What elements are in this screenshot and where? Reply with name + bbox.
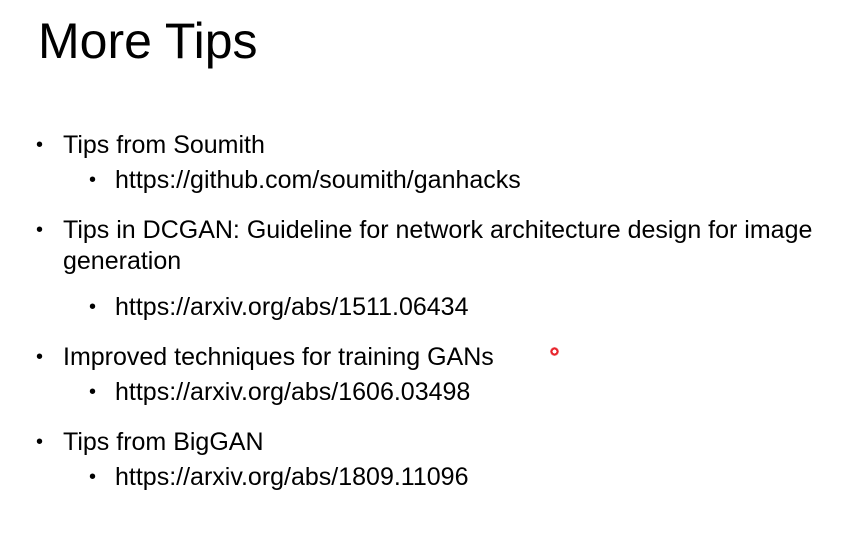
sub-bullet-item: • https://github.com/soumith/ganhacks bbox=[0, 165, 850, 196]
link-text[interactable]: https://arxiv.org/abs/1809.11096 bbox=[115, 463, 468, 491]
bullet-list: • Tips from Soumith • https://github.com… bbox=[0, 130, 850, 493]
sub-bullet-item: • https://arxiv.org/abs/1511.06434 bbox=[0, 292, 850, 323]
bullet-icon: • bbox=[89, 169, 97, 191]
bullet-text: Tips from Soumith bbox=[63, 131, 265, 159]
link-text[interactable]: https://github.com/soumith/ganhacks bbox=[115, 166, 521, 194]
sub-bullet-item: • https://arxiv.org/abs/1606.03498 bbox=[0, 377, 850, 408]
sub-bullet-item: • https://arxiv.org/abs/1809.11096 bbox=[0, 462, 850, 493]
bullet-icon: • bbox=[36, 346, 44, 368]
bullet-icon: • bbox=[36, 219, 44, 241]
slide-title: More Tips bbox=[38, 13, 258, 69]
bullet-item: • Tips from Soumith bbox=[0, 130, 838, 161]
link-text[interactable]: https://arxiv.org/abs/1511.06434 bbox=[115, 293, 468, 321]
laser-pointer-icon bbox=[550, 347, 559, 356]
bullet-icon: • bbox=[89, 466, 97, 488]
bullet-icon: • bbox=[89, 296, 97, 318]
bullet-icon: • bbox=[36, 134, 44, 156]
bullet-item: • Tips from BigGAN bbox=[0, 427, 838, 458]
bullet-icon: • bbox=[36, 431, 44, 453]
bullet-item: • Improved techniques for training GANs bbox=[0, 342, 838, 373]
bullet-text: Improved techniques for training GANs bbox=[63, 343, 494, 371]
link-text[interactable]: https://arxiv.org/abs/1606.03498 bbox=[115, 378, 470, 406]
bullet-text: Tips from BigGAN bbox=[63, 428, 264, 456]
bullet-icon: • bbox=[89, 381, 97, 403]
bullet-text: Tips in DCGAN: Guideline for network arc… bbox=[63, 216, 813, 275]
bullet-item: • Tips in DCGAN: Guideline for network a… bbox=[0, 215, 838, 277]
slide: More Tips • Tips from Soumith • https://… bbox=[0, 0, 850, 551]
